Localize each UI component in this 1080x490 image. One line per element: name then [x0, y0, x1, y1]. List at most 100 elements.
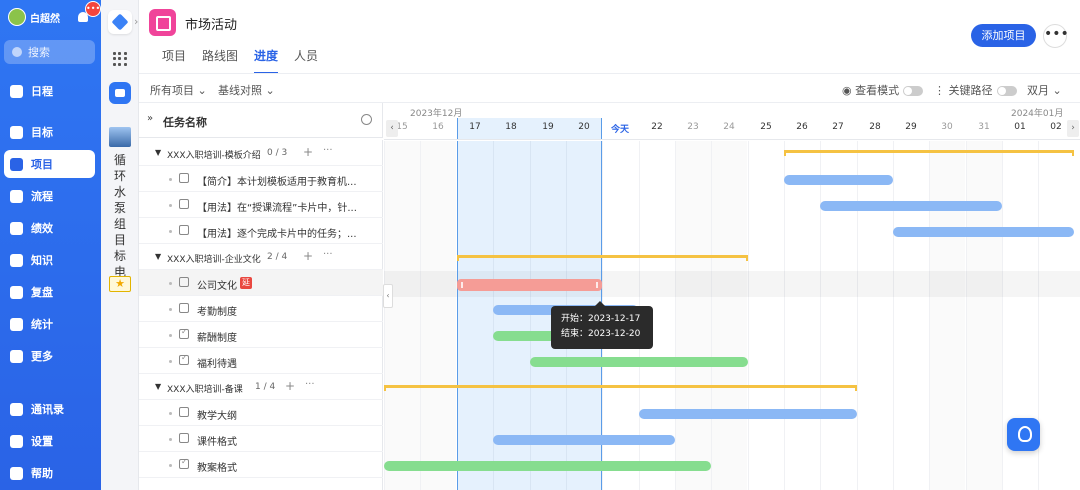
notification-badge[interactable]: ••• — [85, 1, 101, 17]
task-row[interactable]: 福利待遇 — [139, 348, 383, 374]
task-bar[interactable] — [493, 435, 675, 445]
tab-project[interactable]: 项目 — [162, 47, 186, 74]
add-icon[interactable]: + — [303, 249, 313, 263]
page-title: 市场活动 — [185, 18, 238, 33]
caret-down-icon[interactable]: ▼ — [155, 148, 161, 157]
group-summary-bar[interactable] — [457, 255, 748, 261]
day-column — [1038, 141, 1074, 490]
selected-task-bar[interactable] — [457, 279, 602, 291]
sidebar-item-schedule[interactable]: 日程 — [4, 77, 95, 105]
task-bar[interactable] — [384, 461, 711, 471]
group-summary-bar[interactable] — [384, 385, 857, 391]
task-checkbox[interactable] — [179, 433, 189, 443]
collapse-all-icon[interactable]: » — [147, 113, 153, 124]
caret-down-icon[interactable]: ▼ — [155, 382, 161, 391]
sidebar-item-performance[interactable]: 绩效 — [4, 214, 95, 242]
day-label: 24 — [723, 122, 735, 132]
chevron-right-icon[interactable]: › — [134, 15, 138, 28]
tab-progress[interactable]: 进度 — [254, 47, 279, 74]
more-options-button[interactable]: ••• — [1043, 24, 1069, 48]
task-bar[interactable] — [639, 409, 857, 419]
task-group-row[interactable]: ▼ XXX入职培训-模板介绍 0 / 3 + ··· — [139, 140, 383, 166]
calendar-icon — [10, 84, 23, 98]
task-checkbox[interactable] — [179, 303, 189, 313]
task-checkbox-checked[interactable] — [179, 327, 189, 339]
day-label: 18 — [505, 122, 517, 132]
scroll-right-button[interactable]: › — [1067, 120, 1079, 137]
cube-icon — [10, 157, 23, 171]
task-checkbox-checked[interactable] — [179, 457, 189, 469]
user-profile[interactable]: 白超然 — [8, 8, 60, 26]
task-group-row[interactable]: ▼ XXX入职培训-企业文化 2 / 4 + ··· — [139, 244, 383, 270]
task-row[interactable]: 教学大纲 — [139, 400, 383, 426]
project-cube-icon[interactable] — [108, 10, 132, 34]
task-row[interactable]: 考勤制度 — [139, 296, 383, 322]
sidebar-item-flow[interactable]: 流程 — [4, 182, 95, 210]
project-thumbnail[interactable] — [109, 127, 131, 147]
path-icon: ⋮ — [934, 84, 945, 97]
day-column — [966, 141, 1002, 490]
task-checkbox[interactable] — [179, 225, 189, 235]
star-icon[interactable]: ★ — [109, 276, 131, 292]
sidebar-item-projects[interactable]: 项目 — [4, 150, 95, 178]
dropdown-label: 基线对照 — [218, 84, 262, 97]
task-checkbox[interactable] — [179, 173, 189, 183]
dropdown-label: 所有项目 — [150, 84, 194, 97]
scroll-left-button[interactable]: ‹ — [386, 120, 398, 137]
sidebar-item-more[interactable]: 更多 — [4, 342, 95, 370]
task-row[interactable]: 课件格式 — [139, 426, 383, 452]
sidebar-item-goals[interactable]: 目标 — [4, 118, 95, 146]
sidebar-item-label: 绩效 — [31, 222, 53, 235]
apps-grid-icon[interactable] — [113, 52, 127, 66]
task-checkbox[interactable] — [179, 199, 189, 209]
scale-dropdown[interactable]: 双月 ⌄ — [1027, 82, 1062, 98]
task-checkbox[interactable] — [179, 407, 189, 417]
collapse-panel-button[interactable]: ‹ — [383, 284, 393, 308]
toggle-label: 关键路径 — [948, 84, 993, 97]
toggle-switch[interactable] — [996, 86, 1017, 96]
task-checkbox-checked[interactable] — [179, 353, 189, 365]
task-list: ▼ XXX入职培训-模板介绍 0 / 3 + ··· 【简介】本计划模板适用于教… — [139, 140, 383, 490]
add-project-button[interactable]: 添加项目 — [971, 24, 1036, 47]
task-bar[interactable] — [820, 201, 1002, 211]
tab-roadmap[interactable]: 路线图 — [202, 47, 238, 74]
sidebar-item-contacts[interactable]: 通讯录 — [4, 395, 95, 423]
critical-path-toggle[interactable]: ⋮ 关键路径 — [934, 82, 1017, 98]
task-bar[interactable] — [530, 357, 748, 367]
task-checkbox[interactable] — [179, 277, 189, 287]
baseline-dropdown[interactable]: 基线对照 ⌄ — [218, 82, 275, 98]
sidebar-item-help[interactable]: 帮助 — [4, 459, 95, 487]
task-row[interactable]: 教案格式 — [139, 452, 383, 478]
group-summary-bar[interactable] — [784, 150, 1074, 156]
sidebar-item-settings[interactable]: 设置 — [4, 427, 95, 455]
more-icon[interactable]: ··· — [323, 249, 333, 260]
resize-handle[interactable] — [461, 282, 463, 288]
task-row[interactable]: 薪酬制度 — [139, 322, 383, 348]
tab-members[interactable]: 人员 — [294, 47, 318, 74]
task-row[interactable]: 【用法】逐个完成卡片中的任务；... — [139, 218, 383, 244]
task-row[interactable]: 公司文化延 — [139, 270, 383, 296]
all-projects-dropdown[interactable]: 所有项目 ⌄ — [150, 82, 207, 98]
task-row[interactable]: 【用法】在“授课流程”卡片中，针... — [139, 192, 383, 218]
task-row[interactable]: 【简介】本计划模板适用于教育机... — [139, 166, 383, 192]
task-bar[interactable] — [784, 175, 893, 185]
sidebar-item-review[interactable]: 复盘 — [4, 278, 95, 306]
view-mode-toggle[interactable]: ◉ 查看模式 — [842, 82, 924, 98]
sidebar-item-knowledge[interactable]: 知识 — [4, 246, 95, 274]
app-icon[interactable] — [109, 82, 131, 104]
caret-down-icon[interactable]: ▼ — [155, 252, 161, 261]
toggle-switch[interactable] — [903, 86, 924, 96]
sidebar-item-statistics[interactable]: 统计 — [4, 310, 95, 338]
task-bar[interactable] — [893, 227, 1074, 237]
task-group-row[interactable]: ▼ XXX入职培训-备课 1 / 4 + ··· — [139, 374, 383, 400]
search-input[interactable]: 搜索 — [4, 40, 95, 64]
resize-handle[interactable] — [596, 282, 598, 288]
add-icon[interactable]: + — [285, 379, 295, 393]
project-name-vertical[interactable]: 循环水泵组目标电 — [114, 152, 128, 280]
gear-icon[interactable] — [361, 114, 372, 125]
task-name: 公司文化延 — [197, 277, 252, 292]
more-icon[interactable]: ··· — [305, 379, 315, 390]
more-icon[interactable]: ··· — [323, 145, 333, 156]
lightbulb-icon[interactable] — [1007, 418, 1040, 451]
add-icon[interactable]: + — [303, 145, 313, 159]
